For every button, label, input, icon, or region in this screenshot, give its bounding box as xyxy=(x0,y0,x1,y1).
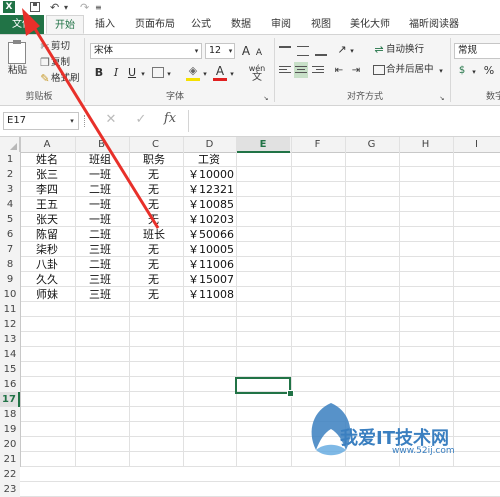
row-gridline xyxy=(20,481,500,482)
row-header-22[interactable]: 22 xyxy=(0,467,20,482)
watermark-url: www.52ij.com xyxy=(392,446,455,456)
annotation-arrow xyxy=(22,8,160,229)
arrow-shaft xyxy=(30,23,160,229)
row-header-23[interactable]: 23 xyxy=(0,482,20,497)
